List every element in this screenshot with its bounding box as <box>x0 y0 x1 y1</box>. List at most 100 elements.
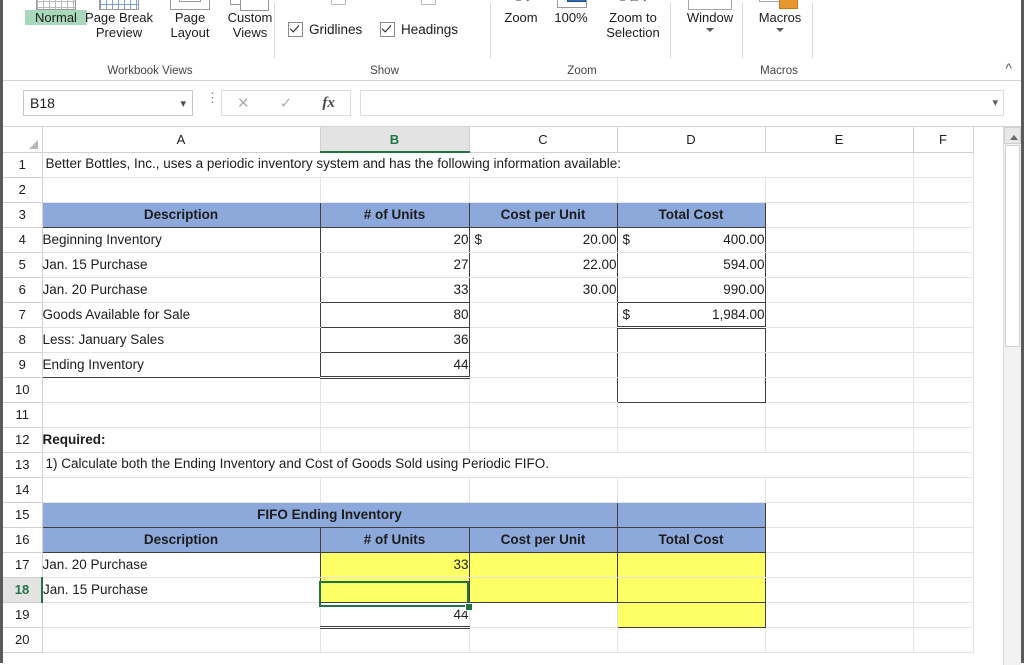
insert-function-icon[interactable]: fx <box>322 95 335 112</box>
cell-F4[interactable] <box>913 227 974 253</box>
cell-B4[interactable]: 20 <box>320 227 470 253</box>
cell-F6[interactable] <box>913 277 974 303</box>
cell-A19[interactable] <box>42 602 321 628</box>
cell-D3[interactable]: Total Cost <box>616 201 766 228</box>
cell-C8[interactable] <box>469 327 618 353</box>
cell-A18[interactable]: Jan. 15 Purchase <box>41 577 321 603</box>
cell-B12[interactable] <box>320 427 470 453</box>
cell-B19[interactable]: 44 <box>320 602 470 629</box>
cell-E7[interactable] <box>765 302 914 328</box>
row-header-18[interactable]: 18 <box>3 577 43 603</box>
chevron-down-icon[interactable]: ▾ <box>180 97 186 110</box>
chevron-down-icon[interactable] <box>706 28 714 32</box>
cell-B14[interactable] <box>320 477 470 503</box>
cell-E8[interactable] <box>765 327 914 353</box>
cell-B9[interactable]: 44 <box>320 352 470 379</box>
gridlines-checkbox-row[interactable]: Gridlines <box>288 22 362 37</box>
zoom-to-selection-button[interactable]: Zoom to Selection <box>597 0 669 40</box>
row-header-17[interactable]: 17 <box>3 552 43 578</box>
scroll-up-icon[interactable] <box>1004 127 1021 144</box>
cell-A6[interactable]: Jan. 20 Purchase <box>41 277 321 303</box>
cell-E15[interactable] <box>765 502 914 528</box>
cell-B3[interactable]: # of Units <box>319 201 470 228</box>
headings-checkbox-icon[interactable] <box>380 22 395 37</box>
cell-D11[interactable] <box>617 402 766 428</box>
row-header-19[interactable]: 19 <box>3 602 43 628</box>
column-header-A[interactable]: A <box>42 127 321 153</box>
spreadsheet-grid[interactable]: A B C D E F 1 Better Bottles, Inc., uses… <box>3 127 1024 665</box>
scrollbar-thumb[interactable] <box>1005 145 1020 347</box>
cell-B16[interactable]: # of Units <box>319 526 470 553</box>
row-header-2[interactable]: 2 <box>3 177 43 203</box>
cell-F5[interactable] <box>913 252 974 278</box>
cell-F18[interactable] <box>913 577 974 603</box>
row-header-6[interactable]: 6 <box>3 277 43 303</box>
row-header-5[interactable]: 5 <box>3 252 43 278</box>
cell-A14[interactable] <box>42 477 321 503</box>
cell-E6[interactable] <box>765 277 914 303</box>
cell-E4[interactable] <box>765 227 914 253</box>
cell-C11[interactable] <box>469 402 618 428</box>
cell-D19[interactable] <box>616 602 766 628</box>
cell-C20[interactable] <box>469 627 618 653</box>
cell-C10[interactable] <box>469 377 618 403</box>
row-header-14[interactable]: 14 <box>3 477 43 503</box>
cell-B2[interactable] <box>320 177 470 203</box>
row-header-10[interactable]: 10 <box>3 377 43 403</box>
collapse-ribbon-icon[interactable]: ^ <box>1005 60 1012 76</box>
cell-F2[interactable] <box>913 177 974 203</box>
expand-formula-bar-icon[interactable]: ▾ <box>992 96 998 109</box>
cell-B6[interactable]: 33 <box>320 277 470 303</box>
cell-D8[interactable] <box>617 327 766 353</box>
cell-C6[interactable]: 30.00 <box>469 277 618 303</box>
cell-B5[interactable]: 27 <box>320 252 470 278</box>
cell-A13[interactable]: 1) Calculate both the Ending Inventory a… <box>42 452 914 478</box>
view-custom-views-button[interactable]: Custom Views <box>219 0 281 40</box>
select-all-corner[interactable] <box>3 127 43 153</box>
view-page-layout-button[interactable]: Page Layout <box>161 0 219 40</box>
cell-D7[interactable]: $ 1,984.00 <box>617 302 766 329</box>
cell-F3[interactable] <box>913 202 974 228</box>
cell-D6[interactable]: 990.00 <box>617 277 766 303</box>
cell-A1[interactable]: Better Bottles, Inc., uses a periodic in… <box>42 152 914 178</box>
formula-bar-checkbox-partial[interactable] <box>421 0 436 5</box>
cell-E17[interactable] <box>765 552 914 578</box>
cell-F19[interactable] <box>913 602 974 628</box>
cell-F7[interactable] <box>913 302 974 328</box>
cell-C2[interactable] <box>469 177 618 203</box>
cell-B7[interactable]: 80 <box>320 302 470 328</box>
cell-A10[interactable] <box>42 377 321 403</box>
cell-C14[interactable] <box>469 477 618 503</box>
cell-F14[interactable] <box>913 477 974 503</box>
cell-E5[interactable] <box>765 252 914 278</box>
cell-C18[interactable] <box>469 577 618 603</box>
row-header-1[interactable]: 1 <box>3 152 43 178</box>
cell-A7[interactable]: Goods Available for Sale <box>41 302 321 328</box>
cell-A2[interactable] <box>42 177 321 203</box>
cell-D4[interactable]: $ 400.00 <box>617 227 766 253</box>
cancel-icon[interactable]: ✕ <box>237 94 250 112</box>
cell-A3[interactable]: Description <box>41 201 321 228</box>
cell-E9[interactable] <box>765 352 914 378</box>
cell-A9[interactable]: Ending Inventory <box>41 352 321 378</box>
cell-A12[interactable]: Required: <box>42 427 321 453</box>
cell-B8[interactable]: 36 <box>320 327 470 353</box>
cell-F1[interactable] <box>913 152 974 178</box>
cell-E2[interactable] <box>765 177 914 203</box>
cell-F20[interactable] <box>913 627 974 653</box>
column-header-F[interactable]: F <box>913 127 974 153</box>
cell-B10[interactable] <box>320 377 470 403</box>
cell-E19[interactable] <box>765 602 914 628</box>
cell-E10[interactable] <box>765 377 914 403</box>
cell-B18[interactable] <box>320 577 470 603</box>
cell-A4[interactable]: Beginning Inventory <box>41 227 321 253</box>
cell-C12[interactable] <box>469 427 618 453</box>
row-header-20[interactable]: 20 <box>3 627 43 653</box>
cell-F15[interactable] <box>913 502 974 528</box>
ruler-checkbox-partial[interactable] <box>331 0 346 5</box>
row-header-8[interactable]: 8 <box>3 327 43 353</box>
cell-E11[interactable] <box>765 402 914 428</box>
cell-F12[interactable] <box>913 427 974 453</box>
row-header-9[interactable]: 9 <box>3 352 43 378</box>
cell-A17[interactable]: Jan. 20 Purchase <box>41 552 321 578</box>
